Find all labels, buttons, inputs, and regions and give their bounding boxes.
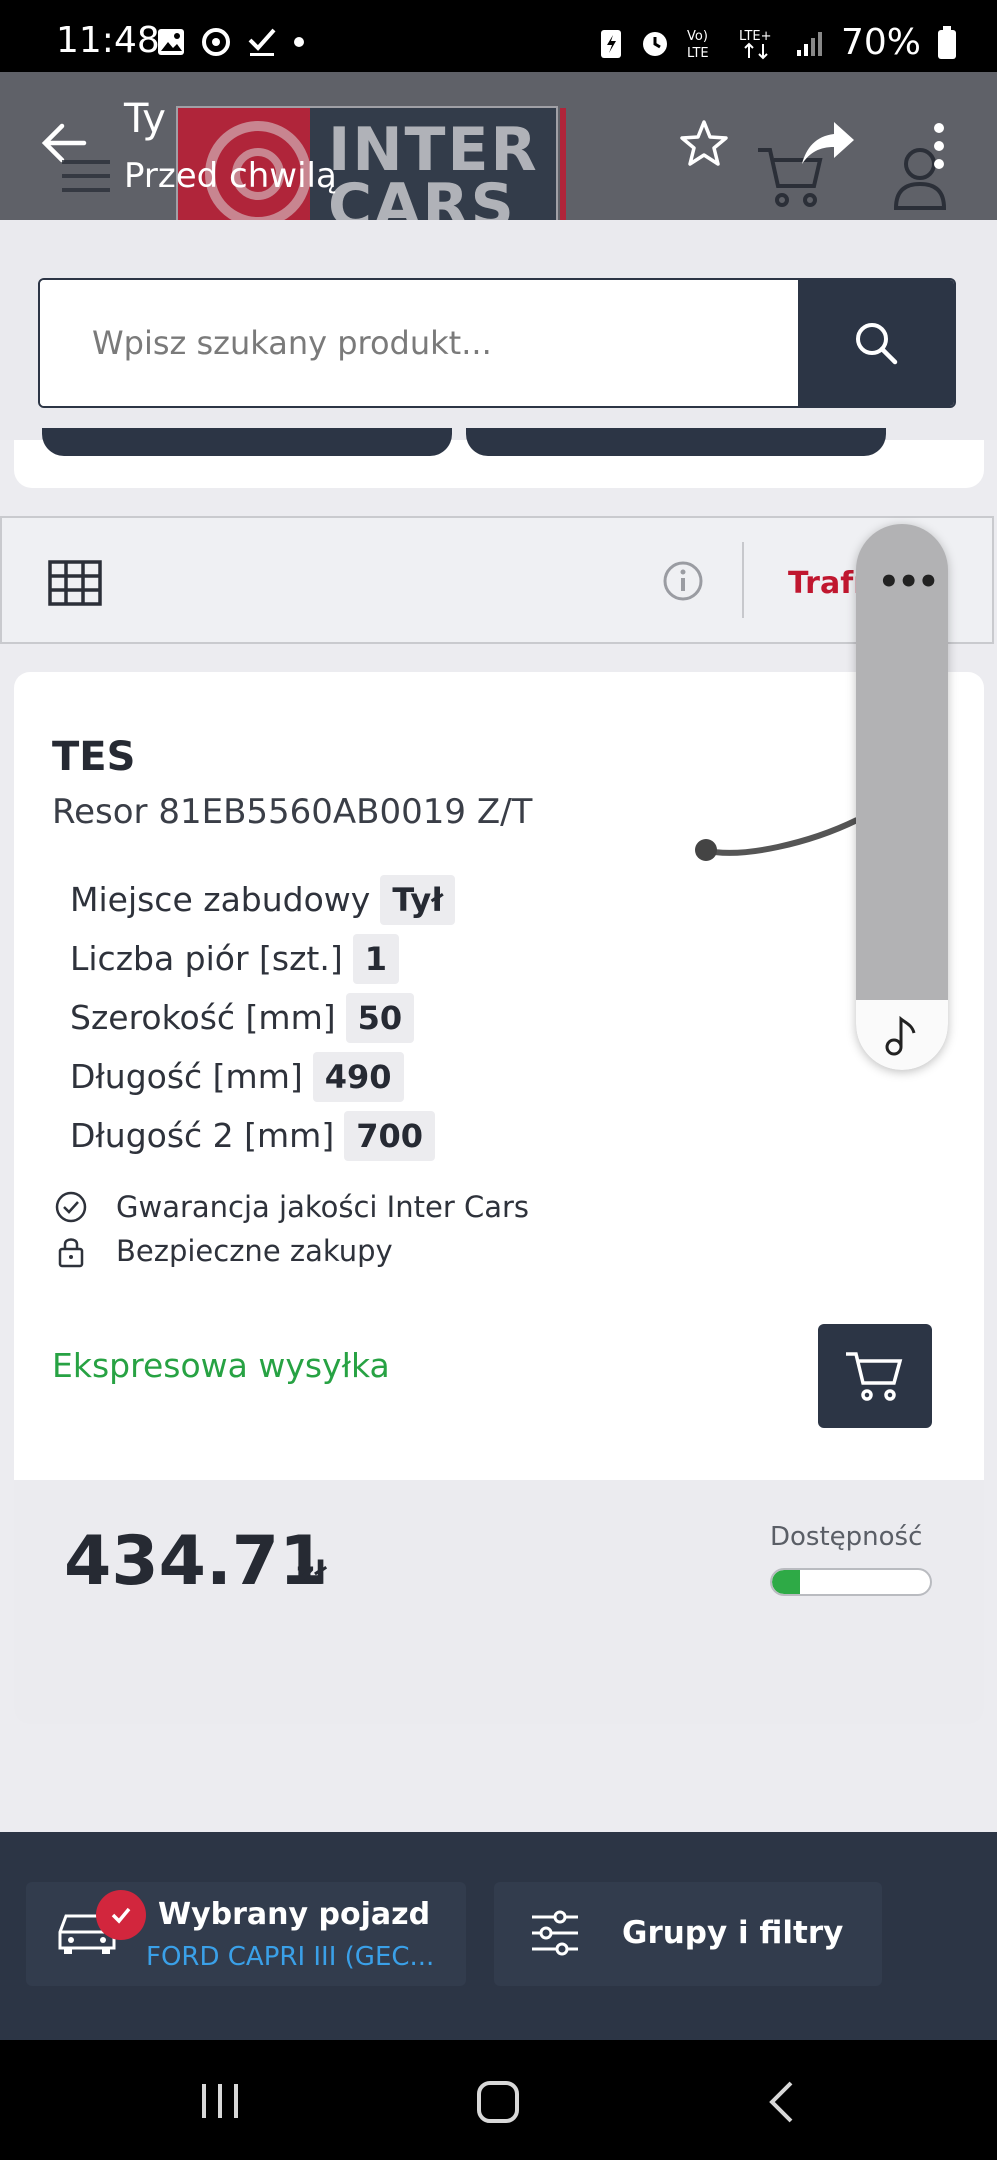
floating-side-panel[interactable]: ••• (856, 524, 948, 1070)
lte-plus-icon: LTE+ (739, 29, 772, 59)
spec-label: Szerokość [mm] (70, 998, 336, 1037)
spec-value: 1 (352, 933, 399, 984)
more-vert-icon[interactable] (932, 122, 946, 172)
gallery-icon (158, 29, 184, 55)
filters-sliders-icon (532, 1910, 578, 1956)
secure-row: Bezpieczne zakupy (54, 1234, 393, 1268)
spec-value: 490 (312, 1051, 404, 1102)
recents-icon[interactable] (198, 2082, 242, 2120)
logo-text: INTER CARS (310, 108, 556, 238)
svg-text:LTE: LTE (687, 46, 709, 60)
price-value: 434.71 (64, 1522, 327, 1601)
product-specs: Miejsce zabudowy Tył Liczba piór [szt.] … (70, 870, 456, 1165)
spec-value: 700 (344, 1110, 435, 1161)
cart-icon (846, 1352, 903, 1401)
spec-value: 50 (345, 992, 415, 1043)
price-panel (14, 1480, 984, 1724)
selected-check-icon (96, 1890, 146, 1940)
previous-card-button[interactable] (42, 428, 452, 456)
menu-icon[interactable] (62, 158, 110, 194)
lock-icon (54, 1234, 88, 1268)
secure-text: Bezpieczne zakupy (116, 1234, 393, 1268)
more-horiz-icon[interactable]: ••• (878, 562, 939, 602)
search-bar (38, 278, 956, 408)
previous-card-button[interactable] (466, 428, 886, 456)
spec-row: Liczba piór [szt.] 1 (70, 929, 455, 988)
spec-label: Długość 2 [mm] (70, 1116, 335, 1155)
grid-view-icon[interactable] (48, 560, 102, 606)
share-icon[interactable] (800, 120, 856, 168)
alarm-icon (642, 31, 667, 56)
check-circle-icon (54, 1190, 88, 1224)
product-image[interactable] (682, 780, 862, 880)
star-icon[interactable] (678, 118, 730, 170)
availability-bar (770, 1568, 932, 1596)
volte-icon: Vo) LTE (687, 29, 709, 60)
notification-icons (156, 26, 306, 58)
sync-icon (202, 28, 230, 56)
divider (742, 542, 744, 618)
delivery-label: Ekspresowa wysyłka (52, 1346, 390, 1385)
signal-icon (796, 31, 822, 56)
vehicle-title: Wybrany pojazd (158, 1897, 431, 1932)
dot-icon (294, 37, 304, 47)
status-time: 11:48 (56, 20, 160, 61)
svg-text:Vo): Vo) (687, 29, 708, 44)
music-note-icon (885, 1015, 916, 1056)
search-icon (856, 323, 898, 365)
tab-title: Ty (124, 96, 166, 142)
spec-value: Tył (380, 874, 456, 925)
spec-row: Szerokość [mm] 50 (70, 988, 455, 1047)
vehicle-name: FORD CAPRI III (GEC... (146, 1942, 435, 1972)
tab-subtitle: Przed chwilą (124, 156, 337, 196)
battery-saver-icon (600, 29, 621, 58)
product-name[interactable]: Resor 81EB5560AB0019 Z/T (52, 792, 532, 832)
system-icons: Vo) LTE LTE+ 70% (599, 22, 957, 63)
logo-stripe (560, 108, 566, 238)
svg-text:LTE+: LTE+ (739, 29, 772, 44)
guarantee-row: Gwarancja jakości Inter Cars (54, 1190, 529, 1224)
filters-label: Grupy i filtry (622, 1915, 844, 1951)
search-button[interactable] (798, 280, 954, 406)
availability-fill (772, 1570, 801, 1594)
guarantee-text: Gwarancja jakości Inter Cars (116, 1190, 530, 1224)
price-currency: zł (296, 1554, 327, 1592)
spec-label: Liczba piór [szt.] (70, 939, 343, 978)
battery-percent: 70% (840, 22, 921, 63)
status-bar: 11:48 Vo) LTE LTE+ 70% (0, 0, 997, 72)
music-button[interactable] (856, 1000, 948, 1070)
task-check-icon (248, 28, 276, 56)
spec-row: Długość [mm] 490 (70, 1047, 455, 1106)
spec-label: Miejsce zabudowy (70, 880, 371, 919)
product-brand: TES (52, 734, 136, 780)
availability-label: Dostępność (770, 1522, 923, 1552)
spec-row: Miejsce zabudowy Tył (70, 870, 456, 929)
battery-icon (938, 25, 956, 59)
info-icon[interactable] (662, 560, 704, 602)
spec-row: Długość 2 [mm] 700 (70, 1106, 455, 1165)
back-icon[interactable] (766, 2080, 796, 2124)
home-icon[interactable] (476, 2080, 520, 2124)
search-input[interactable] (40, 280, 798, 406)
spec-label: Długość [mm] (70, 1057, 303, 1096)
add-to-cart-button[interactable] (818, 1324, 932, 1428)
